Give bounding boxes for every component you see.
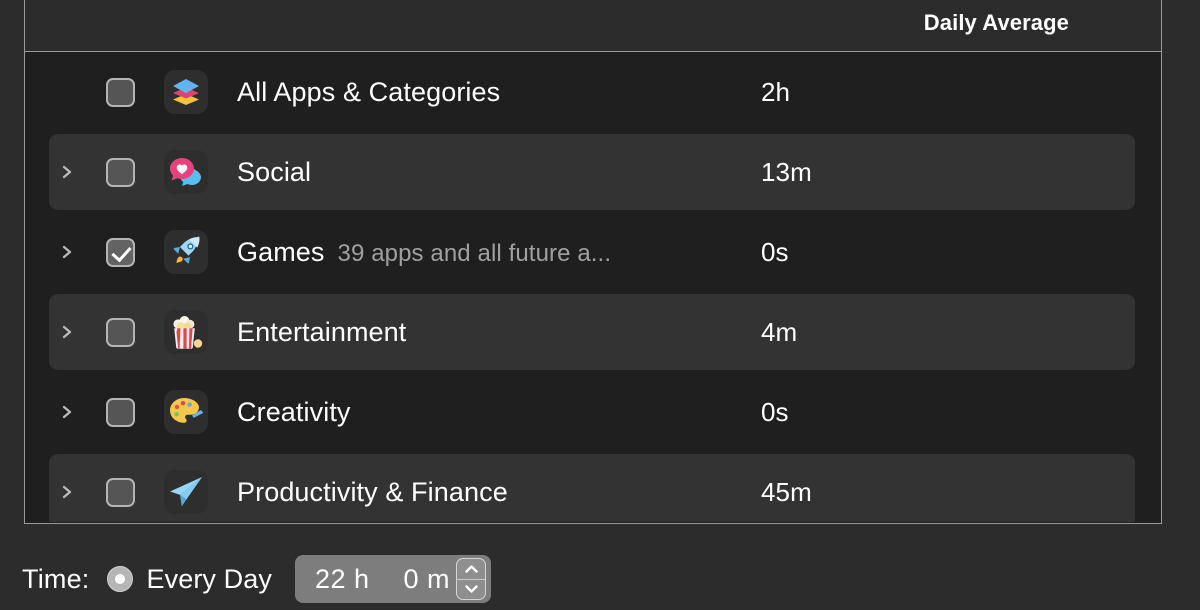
table-row[interactable]: All Apps & Categories 2h [25,52,1161,132]
paper-plane-icon [164,470,208,514]
stepper-decrement-button[interactable] [457,580,485,600]
daily-average-value: 13m [761,156,812,187]
table-row[interactable]: Games 39 apps and all future a... 0s [25,212,1161,292]
checkbox-unchecked[interactable] [105,157,135,187]
row-checkbox-cell[interactable] [89,77,151,107]
table-row[interactable]: Social 13m [25,132,1161,212]
category-name-cell[interactable]: All Apps & Categories [215,77,761,108]
chevron-right-icon [62,165,72,179]
checkbox-checked[interactable] [105,237,135,267]
table-row[interactable]: Entertainment 4m [25,292,1161,372]
time-settings-bar: Time: Every Day 22 h 0 m [0,548,1200,610]
duration-stepper[interactable] [456,558,487,600]
checkbox-unchecked[interactable] [105,477,135,507]
disclosure-triangle-button[interactable] [25,162,89,182]
row-checkbox-cell[interactable] [89,237,151,267]
disclosure-triangle-button[interactable] [25,402,89,422]
category-icon-cell [157,230,215,274]
checkbox-unchecked[interactable] [105,397,135,427]
category-name-cell[interactable]: Creativity [215,397,761,428]
table-row[interactable]: Productivity & Finance 45m [25,452,1161,522]
category-icon-cell [157,470,215,514]
chevron-right-icon [62,485,72,499]
every-day-radio-label[interactable]: Every Day [147,564,272,595]
stacked-layers-icon [164,70,208,114]
daily-average-value: 4m [761,316,798,347]
table-body: All Apps & Categories 2h Social 13m Games 39 … [25,52,1161,522]
every-day-radio-button[interactable] [106,566,133,592]
category-name-cell[interactable]: Productivity & Finance [215,477,761,508]
category-name: Entertainment [237,316,407,347]
row-checkbox-cell[interactable] [89,317,151,347]
chevron-down-icon [464,585,478,593]
disclosure-triangle-button[interactable] [25,322,89,342]
category-name: Creativity [237,396,351,427]
daily-average-value: 0s [761,236,789,267]
disclosure-triangle-button[interactable] [25,242,89,262]
checkbox-unchecked[interactable] [105,317,135,347]
category-name-cell[interactable]: Social [215,157,761,188]
app-limits-table-panel: Daily Average All Apps & Categories 2h Soc… [24,0,1162,524]
table-row[interactable]: Creativity 0s [25,372,1161,452]
rocket-icon [164,230,208,274]
row-checkbox-cell[interactable] [89,477,151,507]
every-day-radio-group[interactable]: Every Day [106,564,272,595]
category-name-cell[interactable]: Entertainment [215,317,761,348]
category-name: Social [237,156,312,187]
hours-value[interactable]: 22 h [315,564,370,595]
row-checkbox-cell[interactable] [89,157,151,187]
column-header-daily-average[interactable]: Daily Average [924,10,1069,36]
disclosure-triangle-button[interactable] [25,482,89,502]
table-header-row: Daily Average [25,0,1161,52]
category-name: All Apps & Categories [237,76,501,107]
chevron-right-icon [62,325,72,339]
category-icon-cell [157,70,215,114]
daily-average-value: 2h [761,76,791,107]
palette-icon [164,390,208,434]
time-label: Time: [22,563,90,594]
social-chat-heart-icon [164,150,208,194]
stepper-increment-button[interactable] [457,559,486,580]
category-name: Productivity & Finance [237,476,508,507]
time-duration-field[interactable]: 22 h 0 m [294,555,492,603]
category-name: Games [237,236,325,267]
checkbox-unchecked[interactable] [105,77,135,107]
daily-average-value: 45m [761,476,812,507]
minutes-value[interactable]: 0 m [404,564,451,595]
chevron-up-icon [464,565,478,573]
row-checkbox-cell[interactable] [89,397,151,427]
popcorn-icon [164,310,208,354]
category-icon-cell [157,390,215,434]
daily-average-value: 0s [761,396,789,427]
category-icon-cell [157,150,215,194]
category-subtitle: 39 apps and all future a... [337,239,612,267]
category-name-cell[interactable]: Games 39 apps and all future a... [215,237,761,268]
chevron-right-icon [62,405,72,419]
chevron-right-icon [62,245,72,259]
category-icon-cell [157,310,215,354]
